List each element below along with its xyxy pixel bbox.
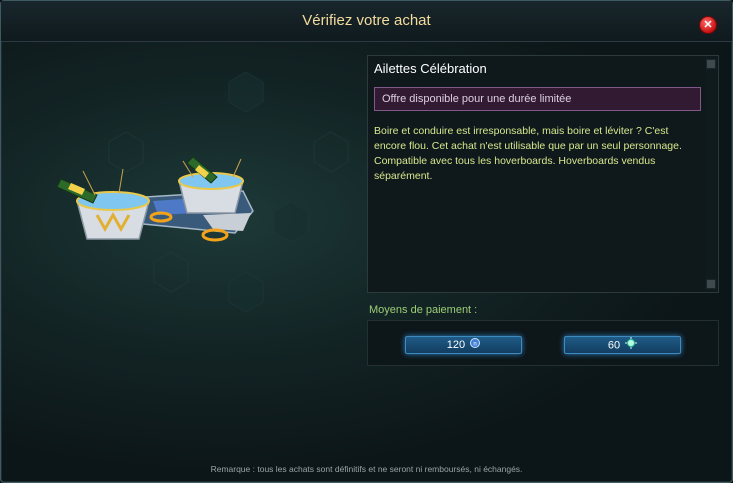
scroll-down-button[interactable] — [706, 279, 716, 289]
payment-methods-label: Moyens de paiement : — [369, 304, 478, 316]
omnibits-currency-icon — [625, 337, 638, 354]
pay-amount: 120 — [446, 339, 466, 351]
pay-with-premium-button[interactable]: 120 n — [405, 336, 522, 354]
limited-offer-badge: Offre disponible pour une durée limitée — [374, 87, 701, 111]
pay-amount: 60 — [607, 339, 621, 352]
scroll-up-button[interactable] — [706, 59, 716, 69]
close-icon[interactable]: ✕ — [699, 16, 717, 34]
purchase-dialog: Vérifiez votre achat ✕ Ailettes Célébrat… — [0, 0, 733, 483]
title-bar: Vérifiez votre achat ✕ — [1, 1, 732, 42]
item-preview-image — [56, 156, 254, 242]
purchase-disclaimer: Remarque : tous les achats sont définiti… — [210, 464, 523, 474]
svg-text:n: n — [474, 342, 477, 348]
item-description-panel: Ailettes Célébration Offre disponible po… — [367, 55, 719, 293]
item-description: Boire et conduire est irresponsable, mai… — [374, 125, 682, 182]
description-scrollbar[interactable] — [705, 57, 717, 291]
premium-currency-icon: n — [470, 337, 481, 353]
item-name: Ailettes Célébration — [374, 61, 487, 76]
payment-options-panel: 120 n 60 — [367, 320, 719, 366]
dialog-title: Vérifiez votre achat — [302, 12, 431, 29]
pay-with-omnibits-button[interactable]: 60 — [564, 336, 681, 354]
